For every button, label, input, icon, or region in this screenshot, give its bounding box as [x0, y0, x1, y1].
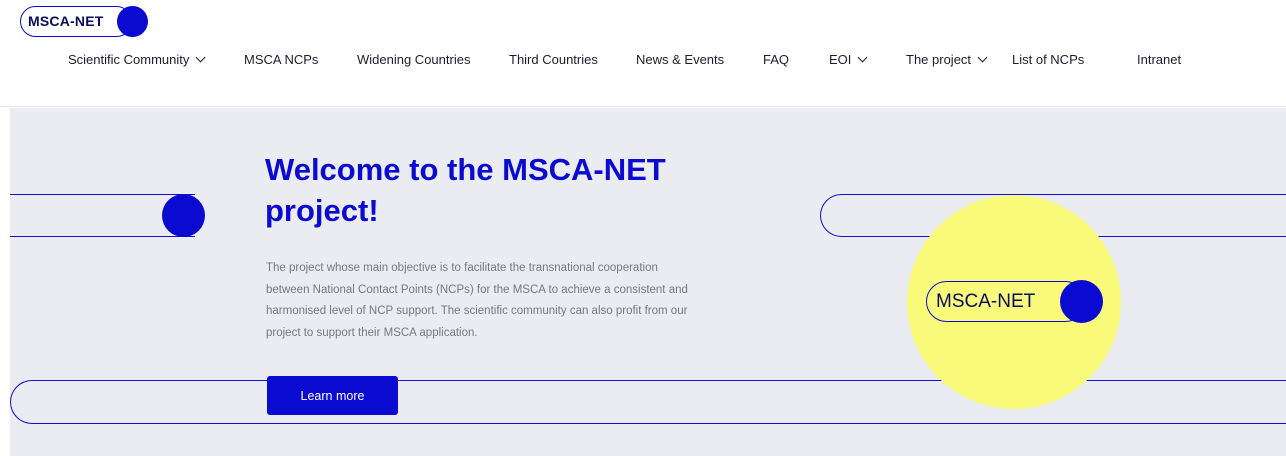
- nav-item-label: Intranet: [1137, 52, 1182, 67]
- nav-item-label: List of NCPs: [1012, 52, 1085, 67]
- badge-text: MSCA-NET: [936, 291, 1036, 312]
- decorative-left-dot: [162, 194, 205, 237]
- chevron-down-icon: [977, 52, 988, 63]
- nav-item-label: FAQ: [763, 52, 790, 67]
- msca-net-badge: MSCA-NET: [926, 280, 1103, 323]
- nav-item-label: EOI: [829, 52, 852, 67]
- nav-item-intranet[interactable]: Intranet: [1137, 52, 1181, 67]
- site-header: MSCA-NET Scientific Community MSCA NCPs …: [0, 0, 1286, 107]
- hero-description: The project whose main objective is to f…: [266, 262, 688, 339]
- learn-more-button[interactable]: Learn more: [267, 376, 398, 415]
- chevron-down-icon: [195, 52, 206, 63]
- nav-item-list-of-ncps[interactable]: List of NCPs: [1012, 52, 1084, 67]
- badge-dot: [1060, 280, 1103, 323]
- nav-item-scientific-community[interactable]: Scientific Community: [68, 52, 206, 67]
- nav-item-label: News & Events: [636, 52, 725, 67]
- nav-item-faq[interactable]: FAQ: [763, 52, 789, 67]
- nav-item-label: Scientific Community: [68, 52, 190, 67]
- logo-text: MSCA-NET: [28, 13, 104, 29]
- nav-item-label: Widening Countries: [357, 52, 471, 67]
- nav-item-the-project[interactable]: The project: [906, 52, 988, 67]
- main-nav: Scientific Community MSCA NCPs Widening …: [0, 52, 1286, 72]
- hero-title: Welcome to the MSCA-NET project!: [265, 152, 666, 228]
- chevron-down-icon: [857, 52, 868, 63]
- nav-item-label: MSCA NCPs: [244, 52, 319, 67]
- msca-net-logo[interactable]: MSCA-NET: [20, 6, 148, 37]
- decorative-bottom-pill: [10, 380, 1286, 424]
- hero-section: MSCA-NET Welcome to the MSCA-NET project…: [10, 108, 1286, 456]
- nav-item-third-countries[interactable]: Third Countries: [509, 52, 598, 67]
- logo-dot: [117, 6, 148, 37]
- nav-item-label: Third Countries: [509, 52, 598, 67]
- nav-item-news-events[interactable]: News & Events: [636, 52, 724, 67]
- nav-item-msca-ncps[interactable]: MSCA NCPs: [244, 52, 318, 67]
- nav-item-eoi[interactable]: EOI: [829, 52, 868, 67]
- nav-item-label: The project: [906, 52, 972, 67]
- nav-item-widening-countries[interactable]: Widening Countries: [357, 52, 470, 67]
